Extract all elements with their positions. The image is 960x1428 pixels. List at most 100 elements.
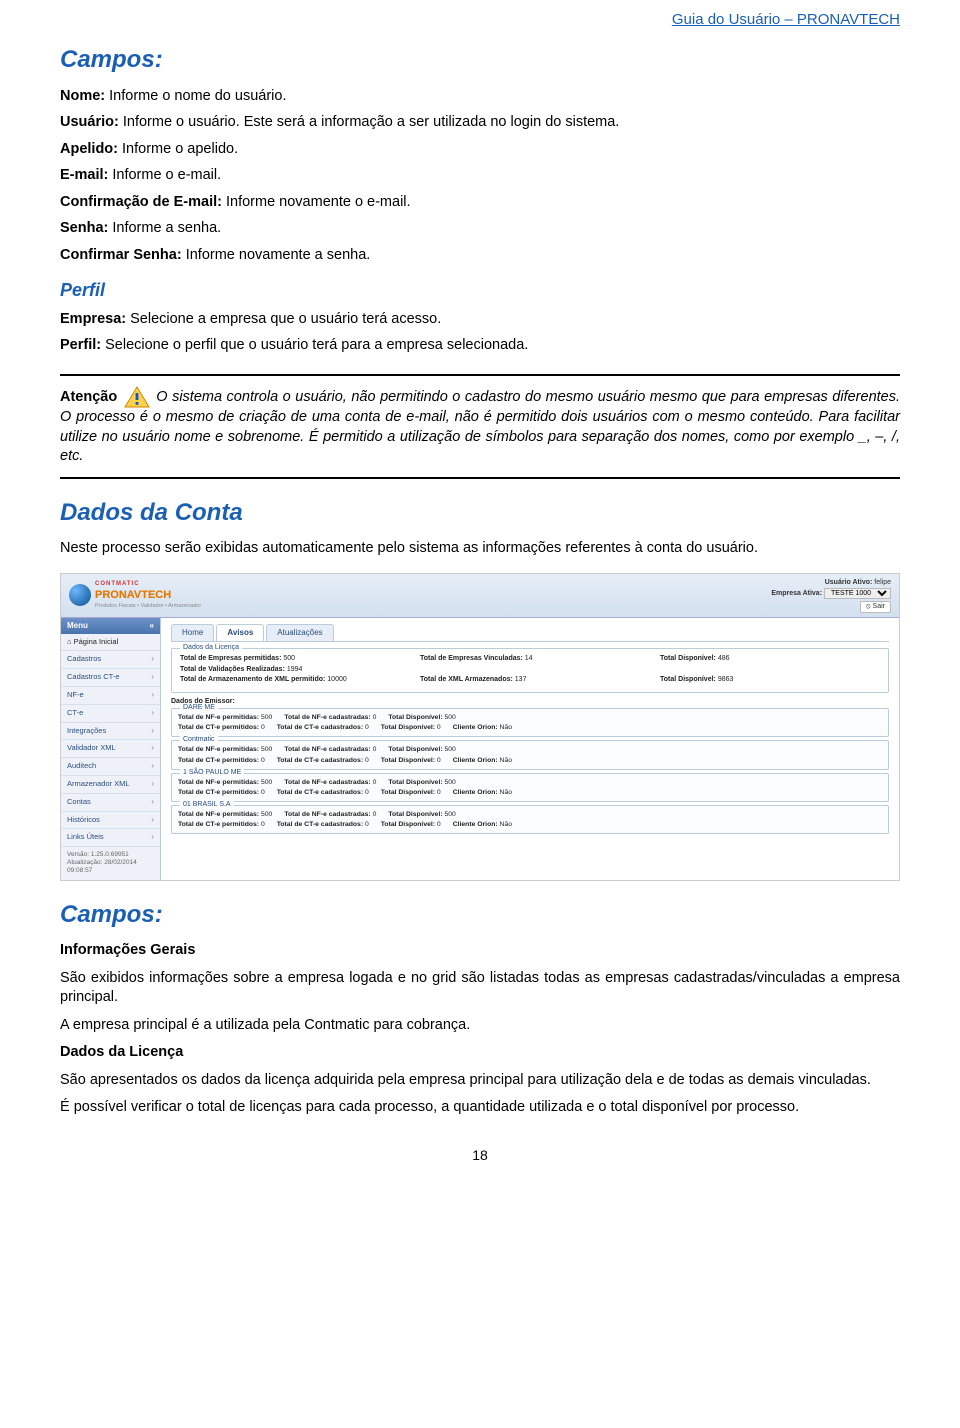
license-summary-row: Total de Armazenamento de XML permitido:… xyxy=(180,675,880,684)
user-active-value: felipe xyxy=(874,579,891,586)
license-legend: Dados da Licença xyxy=(180,643,242,652)
tabs: HomeAvisosAtualizações xyxy=(171,624,889,643)
dados-licenca-sub: Dados da Licença xyxy=(60,1044,183,1060)
emissor-legend: DARE ME xyxy=(180,703,218,712)
empresa-select[interactable]: TESTE 1000 xyxy=(824,588,891,599)
field-text: Informe a senha. xyxy=(108,220,221,236)
chevron-right-icon: › xyxy=(151,654,154,665)
field-line: Usuário: Informe o usuário. Este será a … xyxy=(60,113,900,133)
sidebar: Menu« ⌂ Página InicialCadastros›Cadastro… xyxy=(61,618,161,880)
empresa-active-label: Empresa Ativa: xyxy=(771,590,822,597)
sidebar-item[interactable]: ⌂ Página Inicial xyxy=(61,634,160,651)
emissor-row: Total de NF-e permitidas: 500Total de NF… xyxy=(178,810,882,819)
header-guide-link: Guia do Usuário – PRONAVTECH xyxy=(60,10,900,30)
sidebar-version: Versão: 1.25.0.69951 Atualização: 28/02/… xyxy=(61,847,160,879)
field-line: Apelido: Informe o apelido. xyxy=(60,140,900,160)
field-label: Perfil: xyxy=(60,337,101,353)
sidebar-item[interactable]: Armazenador XML› xyxy=(61,776,160,794)
chevron-right-icon: › xyxy=(151,832,154,843)
emissor-row: Total de NF-e permitidas: 500Total de NF… xyxy=(178,745,882,754)
field-text: Selecione o perfil que o usuário terá pa… xyxy=(101,337,528,353)
license-summary-row: Total de Empresas permitidas: 500Total d… xyxy=(180,654,880,663)
main-area: HomeAvisosAtualizações Dados da Licença … xyxy=(161,618,899,880)
campos2-p3: São apresentados os dados da licença adq… xyxy=(60,1071,900,1091)
tab[interactable]: Avisos xyxy=(216,624,264,642)
field-line: Senha: Informe a senha. xyxy=(60,219,900,239)
alert-icon xyxy=(124,386,150,408)
sidebar-item[interactable]: Integrações› xyxy=(61,723,160,741)
page-number: 18 xyxy=(60,1146,900,1165)
logo-brand: PRONAVTECH xyxy=(95,588,201,603)
chevron-right-icon: › xyxy=(151,690,154,701)
app-screenshot: CONTMATIC PRONAVTECH Produtos Fiscais • … xyxy=(60,573,900,881)
sidebar-item[interactable]: Históricos› xyxy=(61,812,160,830)
field-label: Confirmar Senha: xyxy=(60,247,182,263)
field-text: Selecione a empresa que o usuário terá a… xyxy=(126,311,441,327)
sidebar-item[interactable]: Cadastros› xyxy=(61,651,160,669)
field-label: Usuário: xyxy=(60,114,119,130)
field-line: Empresa: Selecione a empresa que o usuár… xyxy=(60,310,900,330)
sidebar-item[interactable]: Validador XML› xyxy=(61,740,160,758)
tab[interactable]: Home xyxy=(171,624,214,642)
emissor-box: DARE METotal de NF-e permitidas: 500Tota… xyxy=(171,708,889,737)
sidebar-item[interactable]: Auditech› xyxy=(61,758,160,776)
chevron-right-icon: › xyxy=(151,726,154,737)
emissor-box: 1 SÃO PAULO METotal de NF-e permitidas: … xyxy=(171,773,889,802)
license-box: Dados da Licença Total de Empresas permi… xyxy=(171,648,889,692)
sidebar-menu-header: Menu« xyxy=(61,618,160,635)
chevron-right-icon: › xyxy=(151,743,154,754)
field-text: Informe o e-mail. xyxy=(108,167,221,183)
field-line: Confirmação de E-mail: Informe novamente… xyxy=(60,193,900,213)
field-text: Informe o nome do usuário. xyxy=(105,88,286,104)
license-summary-row: Total de Validações Realizadas: 1994 xyxy=(180,665,880,674)
emissor-box: 01 BRASIL S.ATotal de NF-e permitidas: 5… xyxy=(171,805,889,834)
emissor-row: Total de NF-e permitidas: 500Total de NF… xyxy=(178,713,882,722)
tab[interactable]: Atualizações xyxy=(266,624,333,642)
logo-brand-small: CONTMATIC xyxy=(95,580,201,588)
emissor-row: Total de CT-e permitidos: 0Total de CT-e… xyxy=(178,788,882,797)
emissor-row: Total de CT-e permitidos: 0Total de CT-e… xyxy=(178,820,882,829)
emissor-row: Total de NF-e permitidas: 500Total de NF… xyxy=(178,778,882,787)
chevron-right-icon: › xyxy=(151,708,154,719)
info-gerais-sub: Informações Gerais xyxy=(60,942,195,958)
emissor-legend: Contmatic xyxy=(180,735,218,744)
field-label: Senha: xyxy=(60,220,108,236)
sidebar-item[interactable]: Cadastros CT-e› xyxy=(61,669,160,687)
attention-block: Atenção O sistema controla o usuário, nã… xyxy=(60,374,900,479)
campos-heading-1: Campos: xyxy=(60,44,900,76)
sair-button[interactable]: ⦸ Sair xyxy=(860,601,891,612)
emissor-row: Total de CT-e permitidos: 0Total de CT-e… xyxy=(178,756,882,765)
app-user-block: Usuário Ativo: felipe Empresa Ativa: TES… xyxy=(771,578,891,613)
field-text: Informe o apelido. xyxy=(118,141,238,157)
field-label: E-mail: xyxy=(60,167,108,183)
chevron-right-icon: › xyxy=(151,797,154,808)
emissor-row: Total de CT-e permitidos: 0Total de CT-e… xyxy=(178,723,882,732)
field-label: Nome: xyxy=(60,88,105,104)
chevron-right-icon: › xyxy=(151,761,154,772)
dados-conta-text: Neste processo serão exibidas automatica… xyxy=(60,539,900,559)
sidebar-item[interactable]: Contas› xyxy=(61,794,160,812)
field-line: Confirmar Senha: Informe novamente a sen… xyxy=(60,246,900,266)
sidebar-item[interactable]: NF-e› xyxy=(61,687,160,705)
perfil-subheading: Perfil xyxy=(60,278,900,302)
sidebar-item[interactable]: CT-e› xyxy=(61,705,160,723)
attention-label: Atenção xyxy=(60,389,117,405)
emissor-header: Dados do Emissor: xyxy=(171,697,889,706)
emissor-legend: 1 SÃO PAULO ME xyxy=(180,768,244,777)
field-line: E-mail: Informe o e-mail. xyxy=(60,166,900,186)
globe-icon xyxy=(69,584,91,606)
attention-text: O sistema controla o usuário, não permit… xyxy=(60,389,900,464)
campos2-p2: A empresa principal é a utilizada pela C… xyxy=(60,1016,900,1036)
emissor-box: ContmaticTotal de NF-e permitidas: 500To… xyxy=(171,740,889,769)
sidebar-item[interactable]: Links Úteis› xyxy=(61,829,160,847)
user-active-label: Usuário Ativo: xyxy=(825,579,873,586)
dados-conta-heading: Dados da Conta xyxy=(60,497,900,529)
chevron-right-icon: › xyxy=(151,672,154,683)
field-text: Informe novamente a senha. xyxy=(182,247,371,263)
field-line: Perfil: Selecione o perfil que o usuário… xyxy=(60,336,900,356)
field-label: Empresa: xyxy=(60,311,126,327)
field-label: Confirmação de E-mail: xyxy=(60,194,222,210)
field-text: Informe o usuário. Este será a informaçã… xyxy=(119,114,620,130)
field-label: Apelido: xyxy=(60,141,118,157)
campos2-p1: São exibidos informações sobre a empresa… xyxy=(60,969,900,1008)
